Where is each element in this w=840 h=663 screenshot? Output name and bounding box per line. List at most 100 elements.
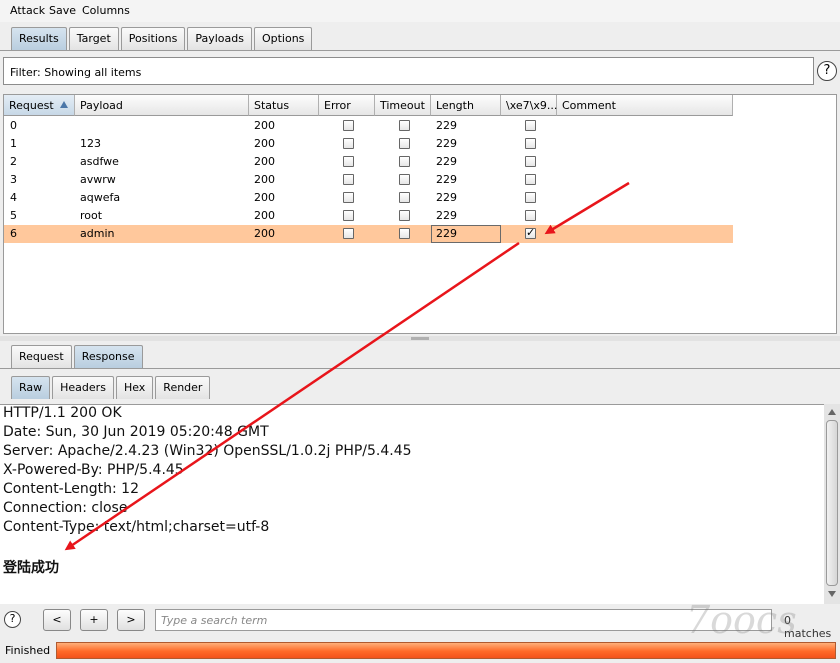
grep-match-checkbox: [525, 138, 536, 149]
table-row[interactable]: 1 123 200 229: [4, 135, 733, 153]
response-body[interactable]: HTTP/1.1 200 OK Date: Sun, 30 Jun 2019 0…: [0, 404, 824, 604]
error-checkbox: [343, 138, 354, 149]
timeout-checkbox: [399, 228, 410, 239]
grep-match-checkbox: [525, 210, 536, 221]
cell-length: 229: [436, 227, 457, 240]
col-header-comment[interactable]: Comment: [557, 95, 733, 116]
watermark-logo: 7oocs: [686, 598, 797, 642]
cell-status: 200: [254, 227, 275, 240]
cell-payload: 123: [80, 137, 101, 150]
cell-status: 200: [254, 119, 275, 132]
cell-request: 0: [10, 119, 17, 132]
response-line: Content-Type: text/html;charset=utf-8: [3, 519, 270, 535]
menu-columns[interactable]: Columns: [82, 4, 130, 17]
cell-request: 4: [10, 191, 17, 204]
scroll-thumb[interactable]: [826, 420, 838, 586]
col-header-status[interactable]: Status: [249, 95, 319, 116]
menu-bar: Attack Save Columns: [0, 0, 840, 22]
tab-positions[interactable]: Positions: [120, 27, 186, 50]
grep-match-checkbox: [525, 192, 536, 203]
search-next-button[interactable]: >: [117, 609, 145, 631]
scroll-up-icon[interactable]: [828, 409, 836, 415]
cell-payload: aqwefa: [80, 191, 121, 204]
response-line: Server: Apache/2.4.23 (Win32) OpenSSL/1.…: [3, 443, 412, 459]
response-line: X-Powered-By: PHP/5.4.45: [3, 462, 184, 478]
menu-save[interactable]: Save: [49, 4, 76, 17]
cell-request: 5: [10, 209, 17, 222]
table-row[interactable]: 6 admin 200 229: [4, 225, 733, 243]
cell-request: 2: [10, 155, 17, 168]
col-header-grep[interactable]: \xe7\x9...: [501, 95, 557, 116]
col-header-error[interactable]: Error: [319, 95, 375, 116]
search-add-button[interactable]: +: [80, 609, 108, 631]
tab-results[interactable]: Results: [11, 27, 67, 50]
cell-length: 229: [436, 173, 457, 186]
search-prev-button[interactable]: <: [43, 609, 71, 631]
filter-bar[interactable]: Filter: Showing all items: [3, 57, 814, 85]
cell-request: 1: [10, 137, 17, 150]
cell-payload: asdfwe: [80, 155, 119, 168]
message-tabs: Request Response: [11, 345, 145, 368]
cell-status: 200: [254, 173, 275, 186]
timeout-checkbox: [399, 138, 410, 149]
response-line: Connection: close: [3, 500, 128, 516]
cell-length: 229: [436, 119, 457, 132]
tab-request[interactable]: Request: [11, 345, 72, 368]
response-line: Date: Sun, 30 Jun 2019 05:20:48 GMT: [3, 424, 269, 440]
grep-match-checkbox: [525, 156, 536, 167]
cell-payload: avwrw: [80, 173, 116, 186]
status-label: Finished: [5, 644, 51, 657]
progress-bar: [56, 642, 836, 659]
tab-payloads[interactable]: Payloads: [187, 27, 252, 50]
table-header: Request Payload Status Error Timeout Len…: [4, 95, 733, 116]
results-table: Request Payload Status Error Timeout Len…: [3, 94, 837, 334]
tab-hex[interactable]: Hex: [115, 376, 154, 399]
table-row[interactable]: 2 asdfwe 200 229: [4, 153, 733, 171]
cell-payload: root: [80, 209, 103, 222]
cell-length: 229: [436, 209, 457, 222]
menu-attack[interactable]: Attack: [10, 4, 45, 17]
error-checkbox: [343, 156, 354, 167]
cell-request: 6: [10, 227, 17, 240]
timeout-checkbox: [399, 156, 410, 167]
search-help-icon[interactable]: ?: [4, 611, 21, 628]
table-row[interactable]: 0 200 229: [4, 117, 733, 135]
timeout-checkbox: [399, 192, 410, 203]
error-checkbox: [343, 210, 354, 221]
table-row[interactable]: 3 avwrw 200 229: [4, 171, 733, 189]
sort-ascending-icon: [60, 101, 68, 108]
col-header-request[interactable]: Request: [4, 95, 75, 116]
scroll-down-icon[interactable]: [828, 591, 836, 597]
error-checkbox: [343, 228, 354, 239]
table-row[interactable]: 4 aqwefa 200 229: [4, 189, 733, 207]
cell-status: 200: [254, 191, 275, 204]
grep-match-checkbox: [525, 120, 536, 131]
split-grip-icon[interactable]: [411, 337, 429, 340]
tab-target[interactable]: Target: [68, 27, 119, 50]
message-tab-divider: [0, 368, 840, 369]
tab-raw[interactable]: Raw: [11, 376, 51, 399]
error-checkbox: [343, 174, 354, 185]
col-header-payload[interactable]: Payload: [75, 95, 249, 116]
help-icon[interactable]: ?: [817, 61, 837, 81]
col-header-timeout[interactable]: Timeout: [375, 95, 431, 116]
cell-status: 200: [254, 209, 275, 222]
search-input[interactable]: Type a search term: [155, 609, 772, 631]
response-scrollbar[interactable]: [824, 404, 840, 604]
col-header-length[interactable]: Length: [431, 95, 501, 116]
cell-length: 229: [436, 155, 457, 168]
tab-render[interactable]: Render: [155, 376, 211, 399]
tab-options[interactable]: Options: [253, 27, 313, 50]
grep-match-checkbox: [525, 226, 536, 239]
grep-match-checkbox: [525, 174, 536, 185]
tab-headers[interactable]: Headers: [52, 376, 114, 399]
tab-response[interactable]: Response: [73, 345, 143, 368]
cell-payload: admin: [80, 227, 115, 240]
table-row[interactable]: 5 root 200 229: [4, 207, 733, 225]
cell-status: 200: [254, 137, 275, 150]
cell-status: 200: [254, 155, 275, 168]
view-tabs: Raw Headers Hex Render: [11, 376, 212, 399]
cell-length: 229: [436, 191, 457, 204]
timeout-checkbox: [399, 174, 410, 185]
error-checkbox: [343, 120, 354, 131]
